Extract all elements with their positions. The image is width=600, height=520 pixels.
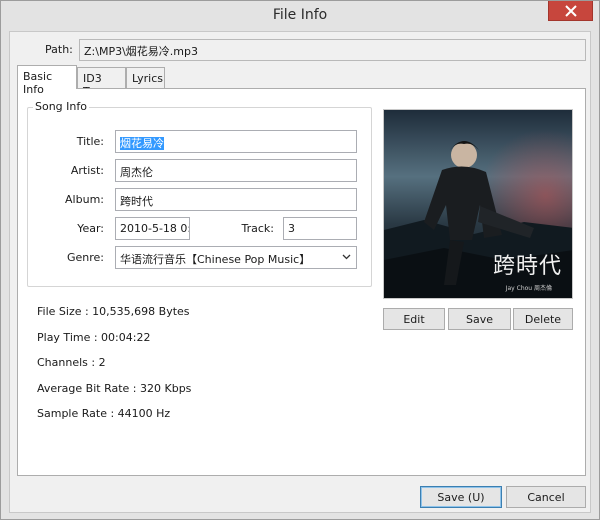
window-title: File Info (272, 7, 328, 23)
track-input[interactable]: 3 (283, 217, 357, 240)
tab-basic-info[interactable]: Basic Info (17, 65, 77, 96)
tab-id3-tag[interactable]: ID3 Tag (77, 67, 126, 98)
chevron-down-icon (342, 254, 351, 260)
file-size-text: File Size : 10,535,698 Bytes (37, 305, 190, 318)
tab-lyrics[interactable]: Lyrics (126, 67, 165, 88)
save-button[interactable]: Save (U) (420, 486, 502, 508)
title-bar[interactable]: File Info (1, 1, 599, 31)
bit-rate-text: Average Bit Rate : 320 Kbps (37, 382, 192, 395)
genre-label: Genre: (66, 251, 104, 264)
genre-select[interactable]: 华语流行音乐【Chinese Pop Music】 (115, 246, 357, 269)
year-input[interactable]: 2010-5-18 0:0 (115, 217, 190, 240)
dialog-body: Path: Z:\MP3\烟花易冷.mp3 Basic Info ID3 Tag… (9, 31, 591, 513)
path-label: Path: (45, 43, 73, 56)
basic-info-panel: Song Info Title: 烟花易冷 Artist: 周杰伦 Album:… (17, 88, 586, 476)
album-label: Album: (65, 193, 104, 206)
song-info-group-title: Song Info (33, 100, 89, 113)
album-cover-image: 跨時代 Jay Chou 周杰倫 (383, 109, 573, 299)
channels-text: Channels : 2 (37, 356, 106, 369)
title-value: 烟花易冷 (120, 137, 164, 150)
album-cover-caption: 跨時代 (492, 254, 562, 279)
edit-art-button[interactable]: Edit (383, 308, 445, 330)
file-info-window: File Info Path: Z:\MP3\烟花易冷.mp3 Basic In… (0, 0, 600, 520)
track-label: Track: (241, 222, 275, 235)
year-label: Year: (77, 222, 104, 235)
close-button[interactable] (548, 1, 593, 21)
artist-input[interactable]: 周杰伦 (115, 159, 357, 182)
cancel-button[interactable]: Cancel (506, 486, 586, 508)
artist-label: Artist: (70, 164, 104, 177)
path-field[interactable]: Z:\MP3\烟花易冷.mp3 (79, 39, 586, 61)
song-info-group: Song Info Title: 烟花易冷 Artist: 周杰伦 Album:… (27, 100, 372, 287)
album-cover-subcaption: Jay Chou 周杰倫 (505, 285, 552, 292)
sample-rate-text: Sample Rate : 44100 Hz (37, 407, 171, 420)
delete-art-button[interactable]: Delete (513, 308, 573, 330)
album-input[interactable]: 跨时代 (115, 188, 357, 211)
save-art-button[interactable]: Save (448, 308, 511, 330)
title-label: Title: (76, 135, 104, 148)
genre-value: 华语流行音乐【Chinese Pop Music】 (120, 253, 311, 266)
title-input[interactable]: 烟花易冷 (115, 130, 357, 153)
close-icon (564, 4, 577, 17)
play-time-text: Play Time : 00:04:22 (37, 331, 151, 344)
